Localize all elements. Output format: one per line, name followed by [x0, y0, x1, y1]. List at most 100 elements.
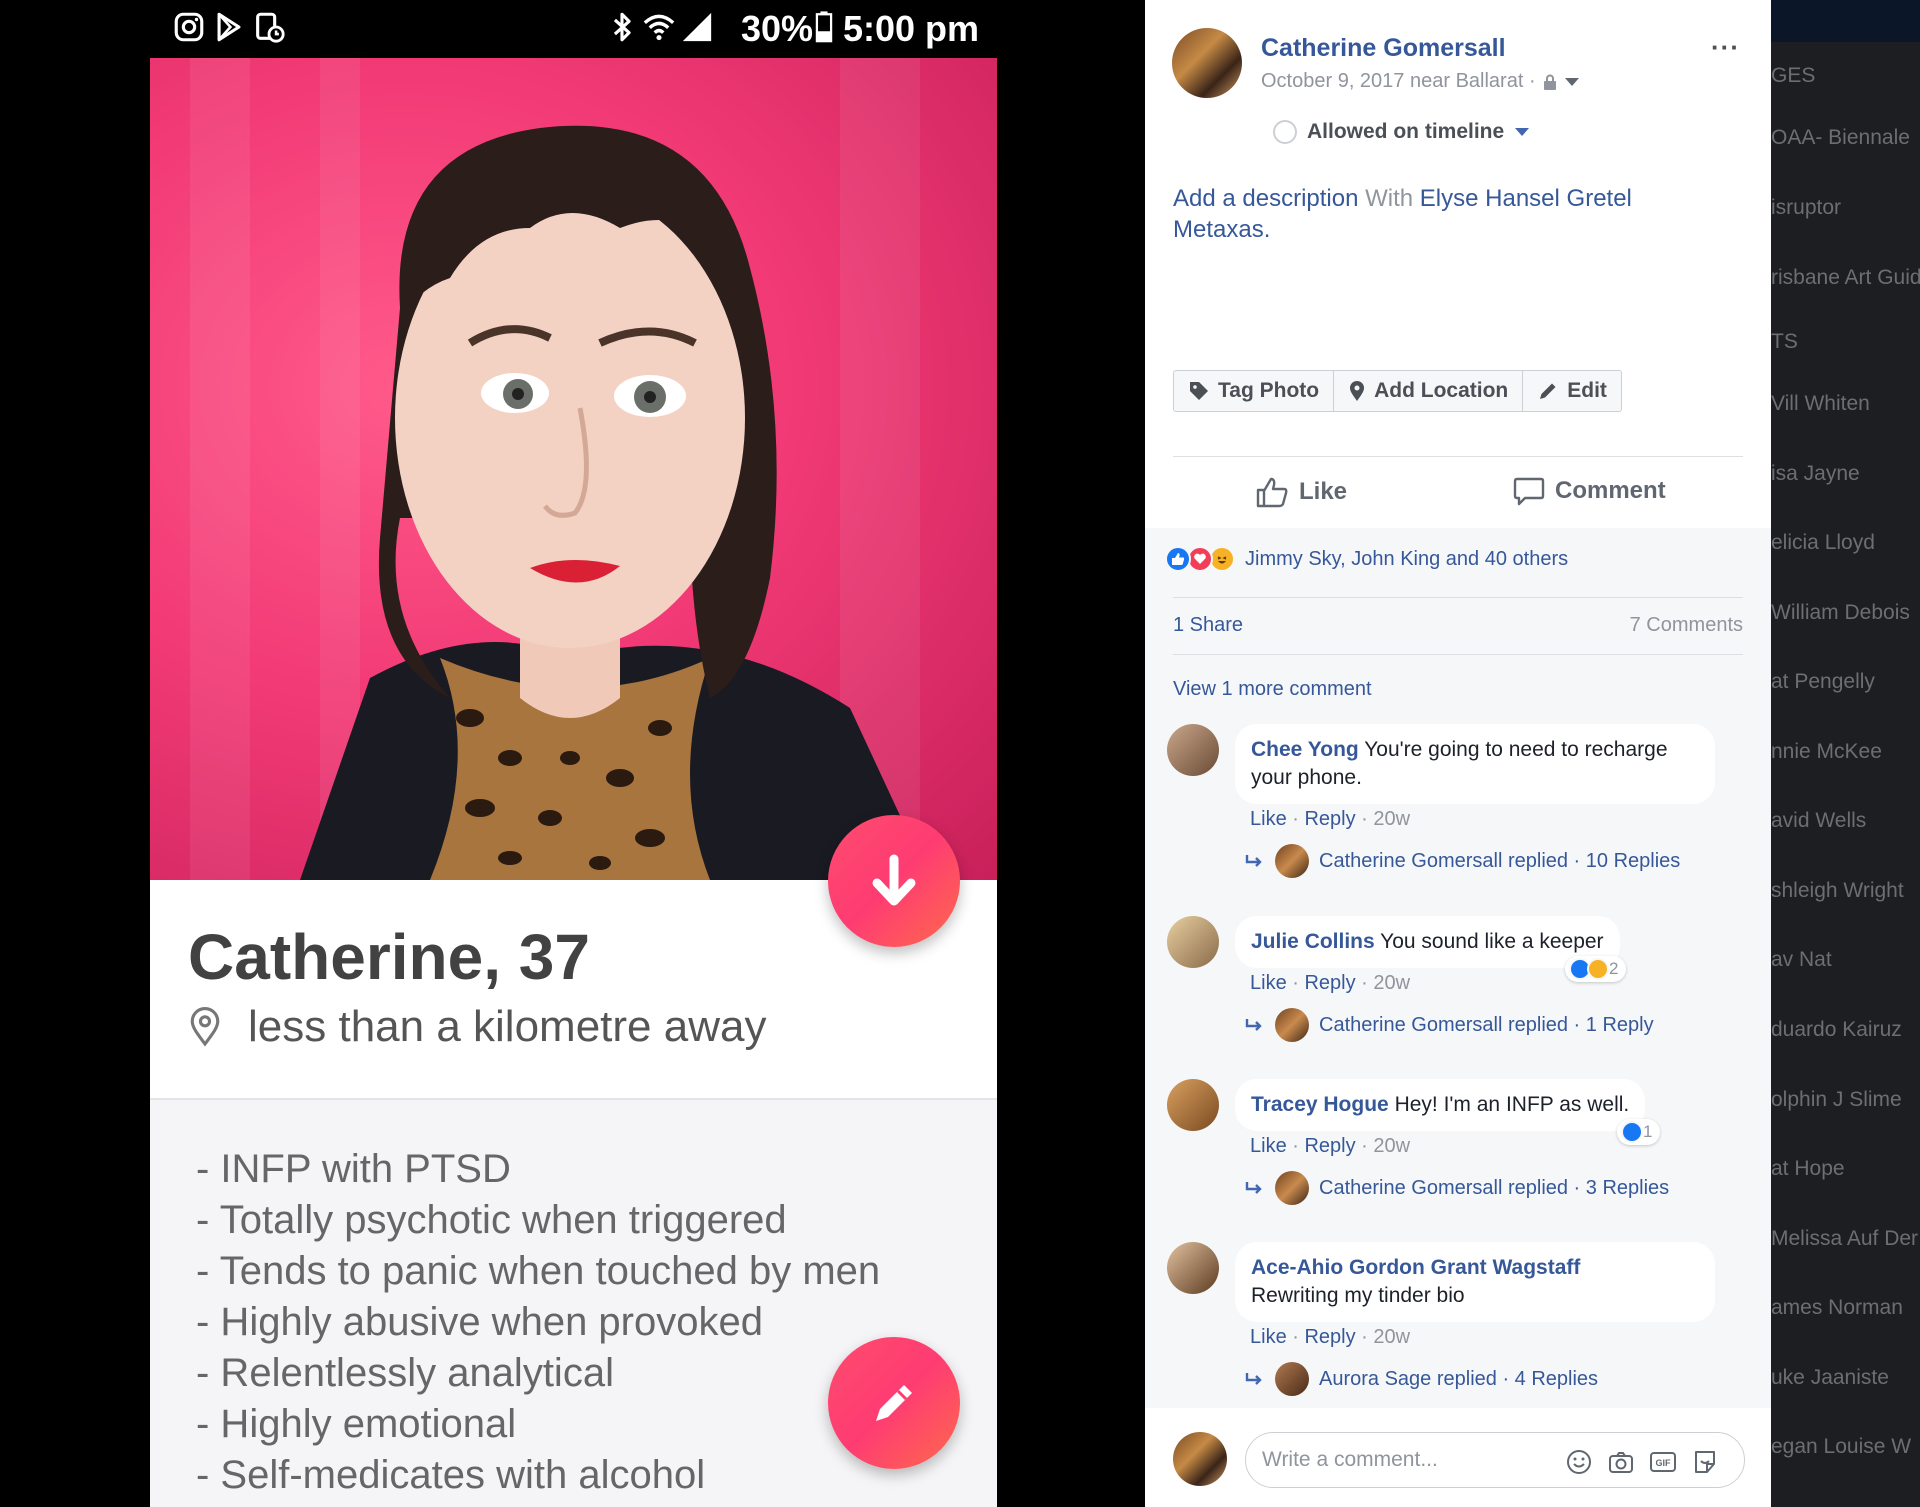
- comment-time: 20w: [1373, 808, 1411, 830]
- bio-line: - Highly abusive when provoked: [196, 1300, 763, 1344]
- sidebar-item[interactable]: av Nat: [1771, 948, 1832, 972]
- view-more-comments-link[interactable]: View 1 more comment: [1173, 678, 1372, 701]
- comment-like-link[interactable]: Like: [1250, 808, 1287, 830]
- reactors-text[interactable]: Jimmy Sky, John King and 40 others: [1245, 548, 1568, 571]
- replier-avatar: [1275, 1171, 1309, 1205]
- sidebar-item[interactable]: Melissa Auf Der: [1771, 1227, 1918, 1251]
- reply-arrow-icon: [1245, 855, 1262, 867]
- comment-text: Rewriting my tinder bio: [1251, 1284, 1465, 1307]
- speech-bubble-icon: [1513, 477, 1545, 506]
- replies-text: Aurora Sage replied · 4 Replies: [1319, 1367, 1599, 1390]
- sidebar-item[interactable]: OAA- Biennale: [1771, 126, 1910, 150]
- comments-count[interactable]: 7 Comments: [1630, 614, 1743, 637]
- like-reaction-icon: [1165, 546, 1191, 572]
- replies-summary[interactable]: Catherine Gomersall replied · 1 Reply: [1245, 1008, 1654, 1042]
- sidebar-item[interactable]: Vill Whiten: [1771, 392, 1870, 416]
- reply-arrow-icon: [1245, 1182, 1262, 1194]
- comment-reply-link[interactable]: Reply: [1304, 1135, 1355, 1157]
- comment-author-link[interactable]: Tracey Hogue: [1251, 1093, 1389, 1116]
- comment-reply-link[interactable]: Reply: [1304, 808, 1355, 830]
- comment-text: Hey! I'm an INFP as well.: [1388, 1093, 1630, 1116]
- poster-avatar[interactable]: [1172, 28, 1242, 98]
- sidebar-item[interactable]: shleigh Wright: [1771, 879, 1904, 903]
- sidebar-item[interactable]: olphin J Slime: [1771, 1088, 1902, 1112]
- profile-photo[interactable]: [150, 58, 997, 880]
- emoji-icon[interactable]: [1565, 1448, 1593, 1476]
- replies-summary[interactable]: Catherine Gomersall replied · 3 Replies: [1245, 1171, 1669, 1205]
- add-description-link[interactable]: Add a description: [1173, 185, 1358, 212]
- post-date-location[interactable]: October 9, 2017 near Ballarat ·: [1261, 70, 1536, 93]
- sidebar-item[interactable]: ames Norman: [1771, 1296, 1903, 1320]
- divider: [1173, 456, 1743, 457]
- sidebar-item[interactable]: isruptor: [1771, 196, 1841, 220]
- tinder-phone-screenshot: 30% 5:00 pm Catherine, 37 less than a ki…: [150, 0, 997, 1507]
- camera-icon[interactable]: [1607, 1448, 1635, 1476]
- gif-icon[interactable]: GIF: [1649, 1448, 1677, 1476]
- timeline-setting[interactable]: Allowed on timeline: [1273, 120, 1530, 144]
- poster-name-link[interactable]: Catherine Gomersall: [1261, 34, 1506, 63]
- sidebar-item[interactable]: risbane Art Guid: [1771, 266, 1920, 290]
- commenter-avatar[interactable]: [1167, 916, 1219, 968]
- replies-summary[interactable]: Catherine Gomersall replied · 10 Replies: [1245, 844, 1680, 878]
- sidebar-item[interactable]: GES: [1771, 64, 1815, 88]
- comment-reactions[interactable]: 2: [1565, 956, 1627, 982]
- arrow-down-icon: [872, 854, 916, 906]
- comment-like-link[interactable]: Like: [1250, 1135, 1287, 1157]
- divider: [1173, 654, 1743, 655]
- replies-text: Catherine Gomersall replied · 10 Replies: [1319, 849, 1681, 872]
- sidebar-item[interactable]: William Debois: [1771, 601, 1910, 625]
- add-location-button[interactable]: Add Location: [1334, 371, 1524, 411]
- sidebar-item[interactable]: uke Jaaniste: [1771, 1366, 1889, 1390]
- collapse-profile-button[interactable]: [828, 815, 960, 947]
- comment-author-link[interactable]: Julie Collins: [1251, 930, 1375, 953]
- comment-bubble: Ace-Ahio Gordon Grant Wagstaff Rewriting …: [1235, 1242, 1715, 1322]
- edit-profile-button[interactable]: [828, 1337, 960, 1469]
- sidebar-item[interactable]: egan Louise W: [1771, 1435, 1911, 1459]
- comment-reply-link[interactable]: Reply: [1304, 972, 1355, 994]
- tag-photo-button[interactable]: Tag Photo: [1174, 371, 1335, 411]
- sticker-icon[interactable]: [1691, 1448, 1719, 1476]
- replier-avatar: [1275, 1008, 1309, 1042]
- sidebar-item[interactable]: at Pengelly: [1771, 670, 1875, 694]
- sidebar-item[interactable]: at Hope: [1771, 1157, 1845, 1181]
- sidebar-item[interactable]: duardo Kairuz: [1771, 1018, 1902, 1042]
- timeline-label: Allowed on timeline: [1307, 120, 1505, 143]
- reaction-count: 1: [1643, 1122, 1653, 1141]
- replies-summary[interactable]: Aurora Sage replied · 4 Replies: [1245, 1362, 1598, 1396]
- comment-author-link[interactable]: Chee Yong: [1251, 738, 1359, 761]
- comment-button[interactable]: Comment: [1513, 476, 1666, 506]
- sidebar-item[interactable]: nnie McKee: [1771, 740, 1882, 764]
- facebook-photo-panel: Catherine Gomersall October 9, 2017 near…: [1145, 0, 1771, 1507]
- more-options-button[interactable]: ···: [1711, 32, 1740, 63]
- commenter-avatar[interactable]: [1167, 1079, 1219, 1131]
- comment-reply-link[interactable]: Reply: [1304, 1326, 1355, 1348]
- play-store-icon: [217, 12, 241, 42]
- location-pin-icon: [190, 1007, 220, 1047]
- comment-reactions[interactable]: 1: [1617, 1119, 1661, 1145]
- shares-link[interactable]: 1 Share: [1173, 614, 1243, 637]
- commenter-avatar[interactable]: [1167, 724, 1219, 776]
- commenter-avatar[interactable]: [1167, 1242, 1219, 1294]
- portrait-illustration: [300, 125, 930, 880]
- like-button[interactable]: Like: [1255, 476, 1347, 508]
- reaction-count: 2: [1609, 959, 1619, 978]
- reactions-summary[interactable]: Jimmy Sky, John King and 40 others: [1165, 546, 1568, 572]
- bluetooth-icon: [613, 12, 631, 42]
- distance-text: less than a kilometre away: [248, 1002, 767, 1051]
- instagram-icon: [174, 12, 204, 42]
- sidebar-item[interactable]: avid Wells: [1771, 809, 1866, 833]
- privacy-dropdown-icon[interactable]: [1564, 77, 1580, 87]
- timeline-radio[interactable]: [1273, 120, 1297, 144]
- comment-like-link[interactable]: Like: [1250, 1326, 1287, 1348]
- period: .: [1263, 216, 1271, 243]
- replies-text: Catherine Gomersall replied · 1 Reply: [1319, 1013, 1654, 1036]
- post-header: Catherine Gomersall October 9, 2017 near…: [1145, 0, 1771, 523]
- add-location-label: Add Location: [1374, 379, 1509, 402]
- comment-like-link[interactable]: Like: [1250, 972, 1287, 994]
- sidebar-item[interactable]: elicia Lloyd: [1771, 531, 1875, 555]
- sidebar-item[interactable]: isa Jayne: [1771, 462, 1860, 486]
- edit-button[interactable]: Edit: [1523, 371, 1621, 411]
- distance-row: less than a kilometre away: [188, 1002, 766, 1052]
- comment-label: Comment: [1555, 477, 1666, 504]
- comment-author-link[interactable]: Ace-Ahio Gordon Grant Wagstaff: [1251, 1254, 1699, 1282]
